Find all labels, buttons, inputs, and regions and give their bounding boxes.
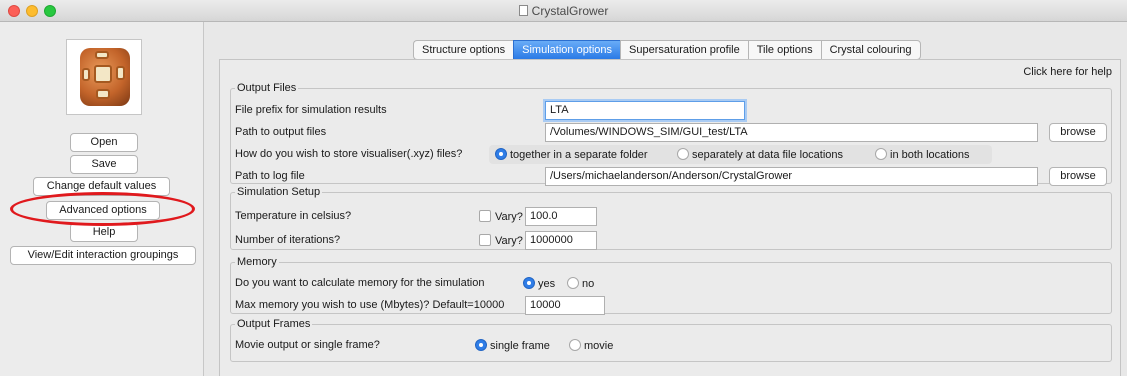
- tab-bar: Structure options Simulation options Sup…: [413, 40, 921, 60]
- document-icon: [518, 5, 528, 16]
- radio-memory-yes[interactable]: yes: [523, 277, 555, 290]
- checkbox-icon: [479, 234, 491, 246]
- tab-simulation-options[interactable]: Simulation options: [513, 40, 621, 60]
- calc-memory-radio-group: yes no: [519, 274, 629, 293]
- radio-single-frame[interactable]: single frame: [475, 339, 550, 352]
- simulation-options-panel: Click here for help Output Files File pr…: [219, 59, 1121, 376]
- file-prefix-input[interactable]: LTA: [545, 101, 745, 120]
- output-path-label: Path to output files: [235, 126, 327, 138]
- save-button[interactable]: Save: [70, 155, 138, 174]
- iterations-label: Number of iterations?: [235, 234, 341, 246]
- radio-unselected-icon: [875, 148, 887, 160]
- crystal-cube-icon: [80, 48, 130, 106]
- tab-structure-options[interactable]: Structure options: [413, 40, 514, 60]
- iterations-vary-checkbox[interactable]: Vary?: [479, 234, 523, 247]
- memory-legend: Memory: [237, 256, 277, 268]
- max-memory-label: Max memory you wish to use (Mbytes)? Def…: [235, 299, 505, 311]
- store-visualiser-radio-group: together in a separate folder separately…: [489, 145, 992, 164]
- open-button[interactable]: Open: [70, 133, 138, 152]
- log-path-label: Path to log file: [235, 170, 305, 182]
- radio-separately-data-locations[interactable]: separately at data file locations: [677, 148, 843, 161]
- sidebar: Open Save Change default values Advanced…: [0, 22, 204, 376]
- simulation-setup-legend: Simulation Setup: [237, 186, 321, 198]
- radio-memory-no[interactable]: no: [567, 277, 594, 290]
- memory-group: Memory Do you want to calculate memory f…: [230, 256, 1112, 315]
- checkbox-icon: [479, 210, 491, 222]
- window-title: CrystalGrower: [531, 4, 609, 18]
- radio-movie[interactable]: movie: [569, 339, 613, 352]
- temperature-vary-checkbox[interactable]: Vary?: [479, 210, 523, 223]
- temperature-input[interactable]: 100.0: [525, 207, 597, 226]
- app-logo: [66, 39, 142, 115]
- radio-together-separate-folder[interactable]: together in a separate folder: [495, 148, 648, 161]
- advanced-options-button[interactable]: Advanced options: [46, 201, 160, 220]
- tab-supersaturation-profile[interactable]: Supersaturation profile: [620, 40, 748, 60]
- radio-both-locations[interactable]: in both locations: [875, 148, 970, 161]
- store-visualiser-label: How do you wish to store visualiser(.xyz…: [235, 148, 463, 160]
- file-prefix-label: File prefix for simulation results: [235, 104, 387, 116]
- change-default-values-button[interactable]: Change default values: [33, 177, 170, 196]
- radio-unselected-icon: [677, 148, 689, 160]
- radio-selected-icon: [475, 339, 487, 351]
- window-title-container: CrystalGrower: [0, 4, 1127, 18]
- radio-selected-icon: [495, 148, 507, 160]
- help-button[interactable]: Help: [70, 223, 138, 242]
- output-path-input[interactable]: /Volumes/WINDOWS_SIM/GUI_test/LTA: [545, 123, 1038, 142]
- output-frames-legend: Output Frames: [237, 318, 311, 330]
- title-bar: CrystalGrower: [0, 0, 1127, 22]
- radio-unselected-icon: [567, 277, 579, 289]
- main-area: Structure options Simulation options Sup…: [205, 22, 1127, 376]
- radio-selected-icon: [523, 277, 535, 289]
- movie-output-radio-group: single frame movie: [469, 336, 639, 355]
- output-frames-group: Output Frames Movie output or single fra…: [230, 318, 1112, 362]
- view-edit-interaction-groupings-button[interactable]: View/Edit interaction groupings: [10, 246, 196, 265]
- radio-unselected-icon: [569, 339, 581, 351]
- tab-tile-options[interactable]: Tile options: [747, 40, 821, 60]
- iterations-input[interactable]: 1000000: [525, 231, 597, 250]
- help-link[interactable]: Click here for help: [1023, 66, 1112, 78]
- log-path-input[interactable]: /Users/michaelanderson/Anderson/CrystalG…: [545, 167, 1038, 186]
- max-memory-input[interactable]: 10000: [525, 296, 605, 315]
- simulation-setup-group: Simulation Setup Temperature in celsius?…: [230, 186, 1112, 250]
- temperature-label: Temperature in celsius?: [235, 210, 352, 222]
- browse-log-path-button[interactable]: browse: [1049, 167, 1107, 186]
- calc-memory-label: Do you want to calculate memory for the …: [235, 277, 485, 289]
- browse-output-path-button[interactable]: browse: [1049, 123, 1107, 142]
- output-files-group: Output Files File prefix for simulation …: [230, 82, 1112, 186]
- movie-output-label: Movie output or single frame?: [235, 339, 380, 351]
- tab-crystal-colouring[interactable]: Crystal colouring: [820, 40, 921, 60]
- output-files-legend: Output Files: [237, 82, 297, 94]
